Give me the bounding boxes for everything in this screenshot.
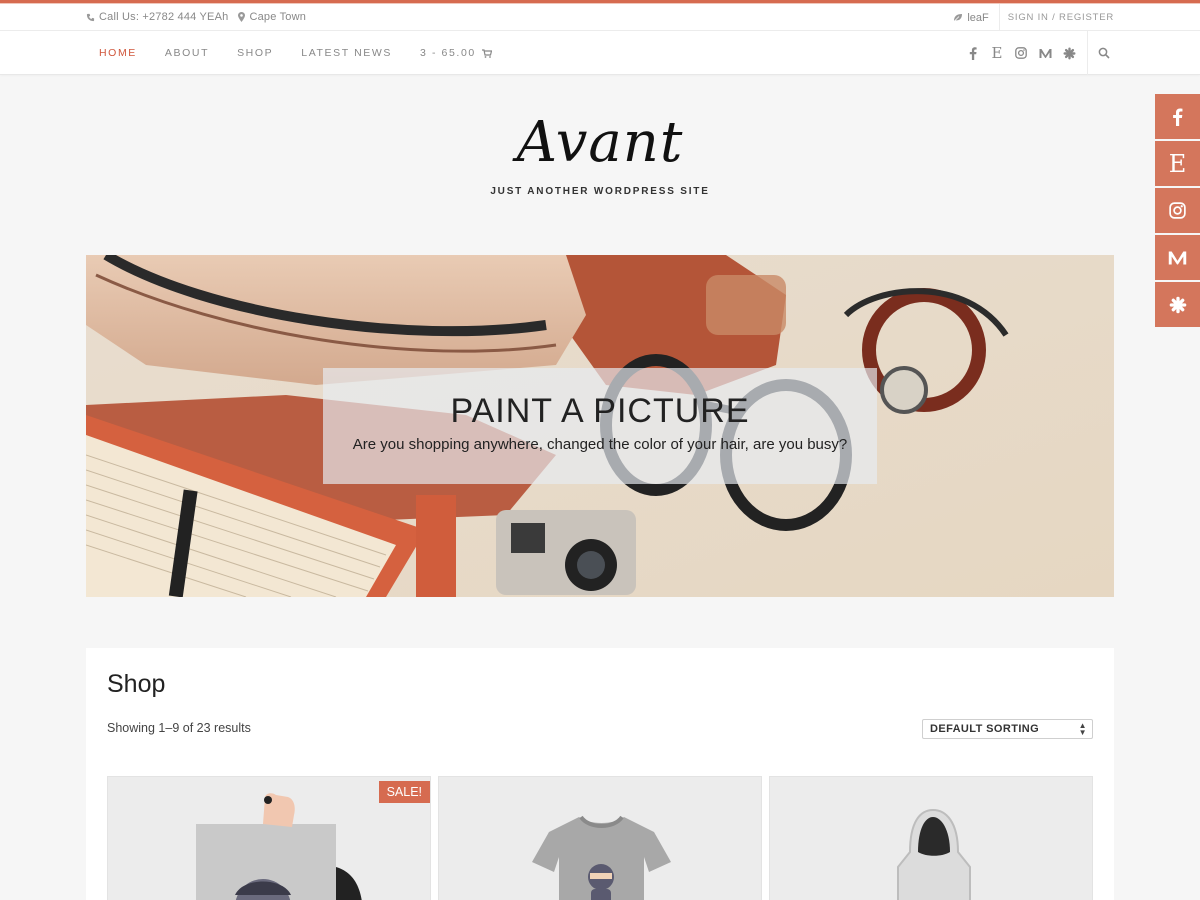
facebook-icon[interactable] (1155, 94, 1200, 139)
etsy-icon[interactable]: E (990, 44, 1004, 62)
site-tagline: JUST ANOTHER WORDPRESS SITE (490, 186, 710, 197)
cart-total: 3 - 65.00 (419, 47, 476, 59)
top-bar: Call Us: +2782 444 YEAh Cape Town leaF S… (0, 4, 1200, 31)
slack-icon[interactable] (1155, 282, 1200, 327)
sale-badge: SALE! (378, 781, 430, 803)
floating-social-bar: E (1155, 94, 1200, 329)
hero-subtitle: Are you shopping anywhere, changed the c… (352, 436, 848, 453)
hero-slider[interactable]: PAINT A PICTURE Are you shopping anywher… (86, 255, 1114, 597)
instagram-icon[interactable] (1155, 188, 1200, 233)
instagram-icon[interactable] (1014, 46, 1028, 60)
slack-icon[interactable] (1062, 46, 1076, 60)
phone-text: Call Us: +2782 444 YEAh (99, 11, 229, 23)
sort-select[interactable]: DEFAULT SORTING ▲ ▼ (922, 719, 1093, 739)
hero-title: PAINT A PICTURE (450, 392, 750, 430)
etsy-icon[interactable]: E (1155, 141, 1200, 186)
hero-caption: PAINT A PICTURE Are you shopping anywher… (323, 368, 877, 484)
phone-icon (86, 13, 95, 21)
nav-item-shop[interactable]: SHOP (237, 47, 273, 59)
medium-icon[interactable] (1038, 46, 1052, 60)
nav-divider (1087, 31, 1088, 75)
product-image-hoodie (770, 777, 1092, 900)
nav-item-home[interactable]: HOME (99, 47, 137, 59)
search-icon[interactable] (1098, 46, 1112, 60)
sort-selected-value: DEFAULT SORTING (930, 723, 1040, 735)
map-marker-icon (238, 12, 246, 22)
leaf-text: leaF (967, 11, 989, 24)
location-text: Cape Town (249, 11, 307, 23)
product-card[interactable] (438, 776, 762, 900)
main-navigation: HOME ABOUT SHOP LATEST NEWS 3 - 65.00 E (0, 31, 1200, 75)
location-item[interactable]: Cape Town (238, 11, 306, 23)
product-card[interactable]: SALE! (107, 776, 431, 900)
product-image-tshirt (439, 777, 761, 900)
nav-item-latest-news[interactable]: LATEST NEWS (301, 47, 392, 59)
product-card[interactable] (769, 776, 1093, 900)
nav-item-about[interactable]: ABOUT (165, 47, 209, 59)
phone-item[interactable]: Call Us: +2782 444 YEAh (86, 11, 228, 23)
shop-section: Shop Showing 1–9 of 23 results DEFAULT S… (86, 648, 1114, 900)
signin-link[interactable]: SIGN IN / REGISTER (1000, 12, 1114, 23)
site-title[interactable]: Avant (0, 108, 1200, 178)
facebook-icon[interactable] (966, 46, 980, 60)
nav-cart[interactable]: 3 - 65.00 (420, 47, 492, 59)
page-title: Shop (107, 670, 166, 698)
leaf-link[interactable]: leaF (943, 4, 1000, 31)
sort-arrows-icon: ▲ ▼ (1078, 721, 1087, 737)
leaf-icon (954, 14, 963, 22)
result-count: Showing 1–9 of 23 results (107, 721, 251, 735)
site-branding: Avant JUST ANOTHER WORDPRESS SITE (0, 108, 1200, 197)
medium-icon[interactable] (1155, 235, 1200, 280)
cart-icon (481, 48, 492, 58)
